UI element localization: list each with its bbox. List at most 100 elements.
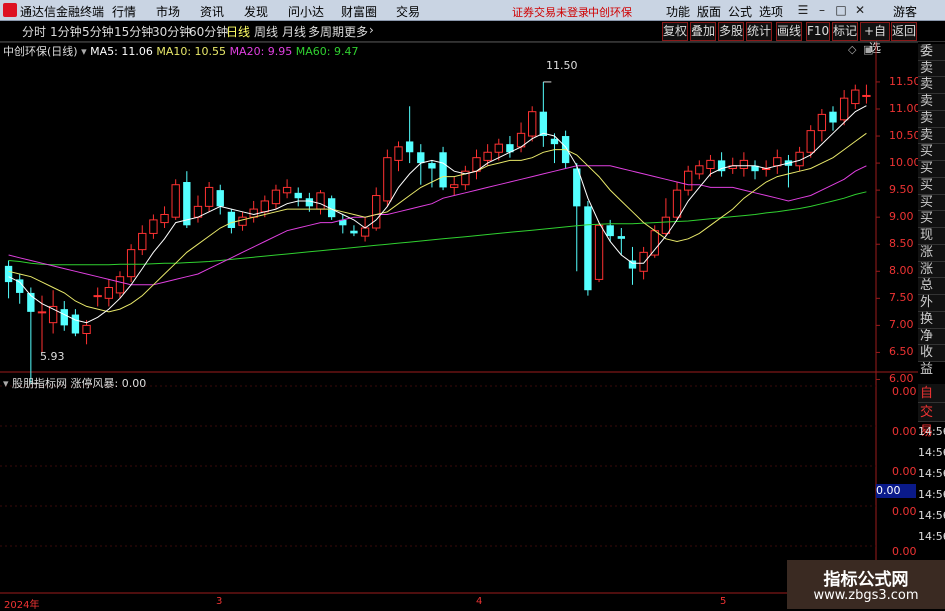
side-item-5[interactable]: 卖一 (918, 127, 945, 159)
side-item-11[interactable]: 现价 (918, 228, 945, 260)
candle-body-up (862, 94, 871, 97)
side-item-10[interactable]: 买五 (918, 211, 945, 243)
side-item-6[interactable]: 买一 (918, 144, 945, 176)
menu-zixun[interactable]: 资讯 (200, 3, 224, 20)
overlay-button[interactable]: 叠加 (690, 22, 716, 41)
side-item-0[interactable]: 委比 (918, 44, 945, 76)
price-tick-label: 8.50 (889, 237, 914, 251)
side-item-1[interactable]: 卖五 (918, 60, 945, 92)
candle-body-down (439, 152, 447, 188)
login-status[interactable]: 证券交易未登录 (512, 4, 589, 20)
period-multi[interactable]: 多周期 (308, 23, 344, 40)
kline-chart[interactable] (0, 42, 918, 609)
menu-jiaoyi[interactable]: 交易 (396, 3, 420, 20)
fuquan-button[interactable]: 复权 (662, 22, 688, 41)
maximize-icon[interactable]: □ (833, 2, 849, 18)
side-item-16[interactable]: 换手 (918, 311, 945, 344)
trade-item-0[interactable]: 自动 (918, 384, 945, 420)
menu-caifuquan[interactable]: 财富圈 (341, 3, 377, 20)
trade-item-1[interactable]: 交易 (918, 403, 945, 439)
side-item-14[interactable]: 总量 (918, 278, 945, 310)
candle-body-down (405, 141, 414, 153)
draw-line-button[interactable]: 画线 (776, 22, 802, 41)
price-tick-label: 11.50 (889, 74, 921, 88)
add-watchlist-button[interactable]: +自选 (860, 22, 890, 55)
side-item-4[interactable]: 卖二 (918, 110, 945, 143)
menu-wenxiaoda[interactable]: 问小达 (288, 3, 324, 20)
f10-button[interactable]: F10 (806, 22, 830, 41)
side-item-18[interactable]: 收益 (918, 345, 945, 377)
candle-body-down (60, 309, 68, 326)
period-more[interactable]: 更多 (344, 23, 368, 40)
side-item-2[interactable]: 卖四 (918, 77, 945, 109)
indicator-header: ▾ 股朋指标网 涨停风暴: 0.00 (3, 375, 146, 391)
menu-xuanxiang[interactable]: 选项 (759, 3, 783, 20)
multi-stock-button[interactable]: 多股 (718, 22, 744, 41)
candle-body-up (138, 232, 147, 251)
chart-header: 中创环保(日线) ▾ MA5: 11.06 MA10: 10.55 MA20: … (3, 43, 359, 59)
menu-hangqing[interactable]: 行情 (112, 3, 136, 20)
side-item-13[interactable]: 涨幅 (918, 261, 945, 293)
candle-body-up (149, 219, 158, 234)
candle-body-up (661, 216, 671, 234)
side-item-15[interactable]: 外盘 (918, 295, 945, 327)
menu-gongshi[interactable]: 公式 (728, 3, 752, 20)
side-item-9[interactable]: 买四 (918, 194, 945, 226)
menu-banmian[interactable]: 版面 (697, 3, 721, 20)
period-weekly[interactable]: 周线 (254, 23, 278, 40)
current-value-box: 0.00 (876, 484, 916, 498)
period-15min[interactable]: 15分钟 (114, 23, 153, 40)
chevron-right-icon[interactable]: › (369, 23, 374, 37)
period-30min[interactable]: 30分钟 (152, 23, 191, 40)
candle-body-up (739, 159, 749, 169)
candle-body-up (316, 192, 325, 210)
guest-label[interactable]: 游客 (893, 3, 917, 20)
ma20-line (8, 165, 867, 286)
period-60min[interactable]: 60分钟 (189, 23, 228, 40)
price-annotations (30, 81, 552, 384)
period-daily[interactable]: 日线 (226, 23, 250, 40)
candle-body-down (16, 279, 24, 293)
side-item-17[interactable]: 净资 (918, 328, 945, 360)
period-1min[interactable]: 1分钟 (50, 23, 82, 40)
price-tick-label: 10.00 (889, 156, 921, 170)
window-toggle-icon[interactable]: ▣ (863, 43, 873, 56)
candle-body-up (683, 170, 693, 191)
candle-body-down (216, 190, 224, 207)
watermark-title: 指标公式网 (823, 570, 909, 590)
watermark-banner: 指标公式网 www.zbgs3.com (787, 560, 945, 609)
back-button[interactable]: 返回 (891, 22, 917, 41)
candle-body-up (37, 311, 47, 314)
menu-shichang[interactable]: 市场 (156, 3, 180, 20)
menu-icon[interactable]: ☰ (795, 2, 811, 18)
price-tick-label: 7.00 (889, 318, 914, 332)
menu-gongneng[interactable]: 功能 (666, 3, 690, 20)
candle-body-up (260, 200, 269, 213)
period-monthly[interactable]: 月线 (282, 23, 306, 40)
x-label-month3: 3 (216, 596, 223, 607)
side-item-8[interactable]: 买三 (918, 177, 945, 210)
candle-body-up (204, 186, 214, 207)
chevron-down-icon[interactable]: ▾ (3, 377, 9, 390)
side-item-12[interactable]: 涨跌 (918, 244, 945, 277)
mark-button[interactable]: 标记 (832, 22, 858, 41)
menu-faxian[interactable]: 发现 (244, 3, 268, 20)
ind-y-label: 0.00 (892, 385, 917, 398)
candle-body-up (383, 157, 392, 202)
candle-body-up (372, 195, 381, 229)
side-item-3[interactable]: 卖三 (918, 94, 945, 126)
settings-diamond-icon[interactable]: ◇ (848, 43, 856, 56)
watermark-url: www.zbgs3.com (813, 588, 919, 603)
close-icon[interactable]: ✕ (852, 2, 868, 18)
ma60-line (8, 191, 867, 266)
app-title: 通达信金融终端 (20, 5, 105, 19)
stats-button[interactable]: 统计 (746, 22, 772, 41)
candle-body-up (483, 151, 492, 161)
side-item-7[interactable]: 买二 (918, 161, 945, 193)
price-tick-label: 10.50 (889, 129, 921, 143)
chevron-down-icon[interactable]: ▾ (81, 45, 87, 58)
period-fenshi[interactable]: 分时 (22, 23, 46, 40)
candlestick-series (4, 81, 871, 384)
minimize-icon[interactable]: – (814, 2, 830, 18)
period-5min[interactable]: 5分钟 (82, 23, 114, 40)
